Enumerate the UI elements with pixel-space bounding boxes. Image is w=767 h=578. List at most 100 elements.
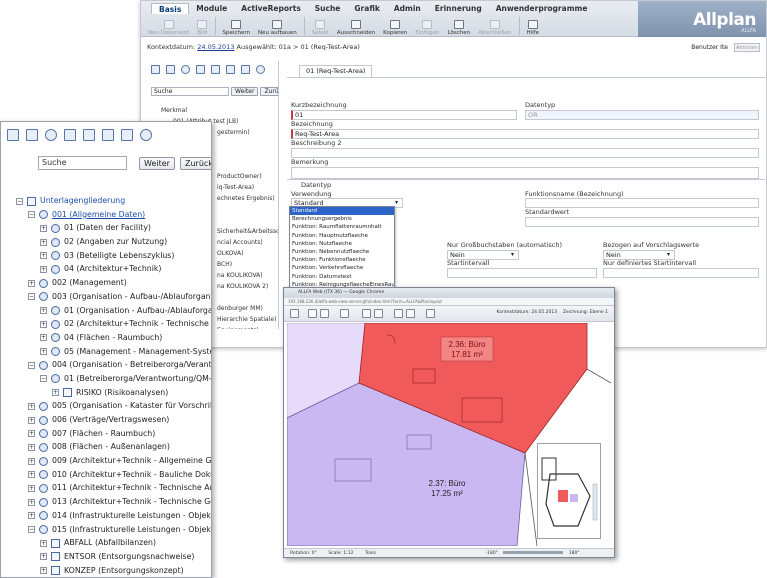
tree-row[interactable]: +008 (Flächen - Außenanlagen) bbox=[1, 440, 211, 454]
plan-url-bar[interactable]: 192.168.226.4/allfa-web-view-server.gfn/… bbox=[284, 298, 614, 306]
user-actions-field[interactable]: Aktionen bbox=[734, 43, 760, 52]
tree-row-label[interactable]: 03 (Beteiligte Lebenszyklus) bbox=[64, 249, 174, 263]
tree-row[interactable]: +02 (Architektur+Technik - Technische An… bbox=[1, 317, 211, 331]
tree-row[interactable]: +010 (Architektur+Technik - Bauliche Dok… bbox=[1, 468, 211, 482]
tree-row-label[interactable]: KONZEP (Entsorgungskonzept) bbox=[64, 564, 184, 577]
toolbar-button-3[interactable]: Neu aufbauen bbox=[255, 16, 300, 36]
startintervall-input[interactable] bbox=[447, 268, 597, 278]
tree-row-label[interactable]: 02 (Angaben zur Nutzung) bbox=[64, 235, 167, 249]
nur-definiertes-input[interactable] bbox=[603, 268, 759, 278]
tree-row[interactable]: +014 (Infrastrukturelle Leistungen - Obj… bbox=[1, 509, 211, 523]
menu-tab-admin[interactable]: Admin bbox=[387, 3, 428, 14]
tree-row-label[interactable]: 006 (Verträge/Vertragswesen) bbox=[52, 413, 169, 427]
tree-row[interactable]: +03 (Beteiligte Lebenszyklus) bbox=[1, 249, 211, 263]
toolbar-button-2[interactable]: Speichern bbox=[220, 16, 253, 36]
expand-icon[interactable]: + bbox=[40, 539, 47, 547]
expand-icon[interactable]: + bbox=[28, 279, 35, 287]
tree-row[interactable]: +04 (Flächen - Raumbuch) bbox=[1, 331, 211, 345]
tree-row-label[interactable]: Unterlagengliederung bbox=[40, 194, 125, 208]
tree-row-label[interactable]: 004 (Organisation - Betreiberorga/Verant… bbox=[52, 358, 211, 372]
collapse-icon[interactable]: − bbox=[28, 361, 35, 369]
expand-icon[interactable]: + bbox=[28, 457, 35, 465]
expand-icon[interactable]: + bbox=[28, 443, 35, 451]
menu-tab-erinnerung[interactable]: Erinnerung bbox=[428, 3, 489, 14]
tree-row-label[interactable]: 014 (Infrastrukturelle Leistungen - Obje… bbox=[52, 509, 211, 523]
tree-row[interactable]: + ENTSOR (Entsorgungsnachweise) bbox=[1, 550, 211, 564]
settings-icon[interactable] bbox=[45, 129, 57, 141]
tree-row[interactable]: − 01 (Betreiberorga/Verantwortung/QM-Orga… bbox=[1, 372, 211, 386]
expand-icon[interactable]: + bbox=[52, 389, 59, 397]
tree-row-label[interactable]: 01 (Organisation - Aufbau-/Ablauforganis… bbox=[64, 304, 211, 318]
pin-icon[interactable] bbox=[151, 65, 160, 74]
collapse-icon[interactable]: − bbox=[28, 293, 35, 301]
dropdown-option[interactable]: Standard bbox=[290, 207, 394, 216]
structure-icon[interactable] bbox=[166, 65, 175, 74]
pin-icon[interactable] bbox=[7, 129, 19, 141]
beschreibung2-input[interactable] bbox=[291, 148, 759, 158]
tree-row-label[interactable]: 011 (Architektur+Technik - Technische An… bbox=[52, 481, 211, 495]
tree-row[interactable]: + ABFALL (Abfallbilanzen) bbox=[1, 536, 211, 550]
expand-icon[interactable]: + bbox=[40, 348, 47, 356]
expand-icon[interactable]: + bbox=[40, 567, 47, 575]
expand-icon[interactable]: + bbox=[28, 512, 35, 520]
export-icon[interactable] bbox=[374, 309, 383, 318]
fit-tool-icon[interactable] bbox=[340, 309, 349, 318]
tree-row-label[interactable]: 007 (Flächen - Raumbuch) bbox=[52, 427, 155, 441]
expand-icon[interactable]: + bbox=[28, 402, 35, 410]
toolbar-button-8[interactable]: Löschen bbox=[445, 16, 474, 36]
collapse-icon[interactable]: − bbox=[28, 526, 35, 533]
menu-tab-anwenderprogramme[interactable]: Anwenderprogramme bbox=[489, 3, 595, 14]
datentyp-input[interactable]: OR bbox=[525, 110, 759, 120]
zoom-tool-icon[interactable] bbox=[320, 309, 329, 318]
expand-icon[interactable]: + bbox=[40, 553, 47, 561]
document-icon[interactable] bbox=[64, 129, 76, 141]
measure-icon[interactable] bbox=[394, 309, 403, 318]
back-back-button[interactable]: Zurück bbox=[260, 87, 278, 96]
expand-icon[interactable]: + bbox=[40, 307, 47, 314]
tree-row-label[interactable]: 01 (Daten der Facility) bbox=[64, 221, 151, 235]
expand-icon[interactable]: + bbox=[40, 334, 47, 342]
help-icon[interactable] bbox=[426, 309, 435, 318]
tree-row-label[interactable]: 015 (Infrastrukturelle Leistungen - Obje… bbox=[52, 523, 211, 537]
tree-row[interactable]: +009 (Architektur+Technik - Allgemeine G… bbox=[1, 454, 211, 468]
tree-row[interactable]: − 003 (Organisation - Aufbau-/Ablauforgan… bbox=[1, 290, 211, 304]
tag-icon[interactable] bbox=[83, 129, 95, 141]
tree-row-label[interactable]: ENTSOR (Entsorgungsnachweise) bbox=[64, 550, 194, 564]
funktionsname-input[interactable] bbox=[525, 198, 759, 208]
menu-tab-grafik[interactable]: Grafik bbox=[347, 3, 386, 14]
tree-row-label[interactable]: 003 (Organisation - Aufbau-/Ablauforgani… bbox=[52, 290, 211, 304]
toolbar-button-0[interactable]: Neu Dokument bbox=[145, 16, 192, 36]
search-icon[interactable] bbox=[256, 65, 265, 74]
tree-row[interactable]: − 001 (Allgemeine Daten) bbox=[1, 208, 211, 222]
toolbar-button-6[interactable]: Kopieren bbox=[380, 16, 410, 36]
tree-row[interactable]: +05 (Management - Management-Systeme) bbox=[1, 345, 211, 359]
detail-tab[interactable]: 01 (Req-Test-Area) bbox=[299, 65, 373, 77]
tree-row[interactable]: +011 (Architektur+Technik - Technische A… bbox=[1, 481, 211, 495]
standardwert-input[interactable] bbox=[525, 217, 759, 227]
tree-row[interactable]: − 004 (Organisation - Betreiberorga/Veran… bbox=[1, 358, 211, 372]
tree-row-label[interactable]: RISIKO (Risikoanalysen) bbox=[76, 386, 168, 400]
tree-row-label[interactable]: 013 (Architektur+Technik - Technische Ge… bbox=[52, 495, 211, 509]
dropdown-option[interactable]: Berechnungsergebnis bbox=[290, 215, 394, 223]
next-button[interactable]: Weiter bbox=[139, 157, 175, 170]
chevron-down-icon[interactable]: ▾ bbox=[667, 251, 670, 258]
bemerkung-input[interactable] bbox=[291, 167, 759, 179]
tree-row[interactable]: +01 (Daten der Facility) bbox=[1, 221, 211, 235]
tree-row[interactable]: +013 (Architektur+Technik - Technische G… bbox=[1, 495, 211, 509]
settings-icon[interactable] bbox=[181, 65, 190, 74]
tree-row-label[interactable]: 02 (Architektur+Technik - Technische Anl… bbox=[64, 317, 211, 331]
plan-minimap[interactable] bbox=[537, 443, 601, 539]
tree-row[interactable]: +005 (Organisation - Kataster für Vorsch… bbox=[1, 399, 211, 413]
menu-tab-module[interactable]: Module bbox=[189, 3, 234, 14]
tree-row-label[interactable]: 01 (Betreiberorga/Verantwortung/QM-Orga) bbox=[64, 372, 211, 386]
back-search-input[interactable]: Suche bbox=[151, 87, 229, 96]
tags-icon[interactable] bbox=[226, 65, 235, 74]
context-date-link[interactable]: 24.05.2013 bbox=[197, 43, 234, 51]
floor-plan-canvas[interactable]: 2.36: Büro 17.81 m² 2.37: Büro 17.25 m² bbox=[287, 323, 611, 546]
back-next-button[interactable]: Weiter bbox=[231, 87, 259, 96]
tag-icon[interactable] bbox=[211, 65, 220, 74]
collapse-icon[interactable]: − bbox=[40, 375, 47, 383]
search-icon[interactable] bbox=[140, 129, 152, 141]
toolbar-button-5[interactable]: Ausschneiden bbox=[334, 16, 378, 36]
tree-row-label[interactable]: 04 (Flächen - Raumbuch) bbox=[64, 331, 162, 345]
